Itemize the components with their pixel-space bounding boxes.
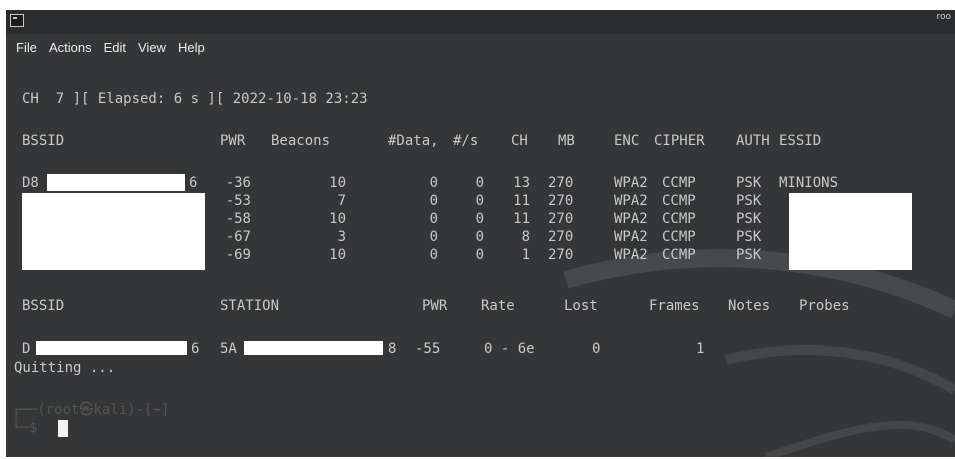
station-header-bssid: BSSID bbox=[22, 298, 65, 314]
ap-row-3-cipher: CCMP bbox=[662, 229, 696, 245]
menu-edit[interactable]: Edit bbox=[104, 40, 126, 55]
ap-row-0-mb: 270 bbox=[548, 175, 574, 191]
terminal-window[interactable]: roo File Actions Edit View Help CH 7 ][ … bbox=[6, 10, 955, 457]
ap-header-pwr: PWR bbox=[220, 133, 246, 149]
menu-view[interactable]: View bbox=[138, 40, 166, 55]
ap-row-2-data: 0 bbox=[429, 211, 438, 227]
menu-help[interactable]: Help bbox=[178, 40, 205, 55]
menu-actions[interactable]: Actions bbox=[49, 40, 92, 55]
ap-row-1-ch: 11 bbox=[513, 193, 530, 209]
ap-row-0-cipher: CCMP bbox=[662, 175, 696, 191]
ap-row-2-enc: WPA2 bbox=[614, 211, 648, 227]
ap-row-1-beacons: 7 bbox=[337, 193, 346, 209]
ap-row-0-data: 0 bbox=[429, 175, 438, 191]
ap-row-1-auth: PSK bbox=[736, 193, 762, 209]
quitting-message: Quitting ... bbox=[14, 360, 116, 376]
ap-row-4-data: 0 bbox=[429, 247, 438, 263]
text-cursor bbox=[58, 420, 68, 437]
redacted-essid-block bbox=[789, 193, 912, 270]
ap-row-3-pwr: -67 bbox=[225, 229, 251, 245]
ap-row-4-auth: PSK bbox=[736, 247, 762, 263]
ap-row-2-auth: PSK bbox=[736, 211, 762, 227]
redacted-bssid-row-0 bbox=[47, 174, 185, 191]
ap-row-1-per-s: 0 bbox=[475, 193, 484, 209]
station-header-station: STATION bbox=[220, 298, 280, 314]
ap-header-beacons: Beacons bbox=[271, 133, 331, 149]
ap-row-2-cipher: CCMP bbox=[662, 211, 696, 227]
ap-row-0-bssid-start: D8 bbox=[22, 175, 39, 191]
ap-header-mb: MB bbox=[558, 133, 575, 149]
ap-row-2-per-s: 0 bbox=[475, 211, 484, 227]
ap-row-1-mb: 270 bbox=[548, 193, 574, 209]
station-row-0-bssid-end: 6 bbox=[191, 341, 200, 357]
ap-row-0-bssid-end: 6 bbox=[189, 175, 198, 191]
ap-row-2-beacons: 10 bbox=[329, 211, 346, 227]
redacted-station-bssid bbox=[36, 341, 187, 355]
ap-row-1-data: 0 bbox=[429, 193, 438, 209]
station-header-frames: Frames bbox=[649, 298, 700, 314]
redacted-bssid-block bbox=[22, 193, 205, 270]
ap-row-4-enc: WPA2 bbox=[614, 247, 648, 263]
ap-row-0-enc: WPA2 bbox=[614, 175, 648, 191]
ap-row-4-pwr: -69 bbox=[225, 247, 251, 263]
ap-row-2-mb: 270 bbox=[548, 211, 574, 227]
station-header-pwr: PWR bbox=[422, 298, 448, 314]
ap-row-3-beacons: 3 bbox=[337, 229, 346, 245]
station-header-notes: Notes bbox=[728, 298, 771, 314]
station-header-lost: Lost bbox=[564, 298, 598, 314]
ap-row-1-pwr: -53 bbox=[225, 193, 251, 209]
ap-row-3-data: 0 bbox=[429, 229, 438, 245]
menu-bar: File Actions Edit View Help bbox=[6, 34, 955, 60]
ap-header-per-s: #/s bbox=[453, 133, 479, 149]
ap-row-4-cipher: CCMP bbox=[662, 247, 696, 263]
station-row-0-pwr: -55 bbox=[415, 341, 441, 357]
ap-row-3-enc: WPA2 bbox=[614, 229, 648, 245]
ap-row-3-ch: 8 bbox=[521, 229, 530, 245]
ap-row-4-beacons: 10 bbox=[329, 247, 346, 263]
ap-row-0-ch: 13 bbox=[513, 175, 530, 191]
ap-header-data: #Data, bbox=[388, 133, 439, 149]
station-row-0-lost: 0 bbox=[592, 341, 601, 357]
status-line: CH 7 ][ Elapsed: 6 s ][ 2022-10-18 23:23 bbox=[22, 91, 368, 107]
ap-row-4-ch: 1 bbox=[521, 247, 530, 263]
ap-header-bssid: BSSID bbox=[22, 133, 65, 149]
station-header-rate: Rate bbox=[481, 298, 515, 314]
terminal-icon bbox=[10, 14, 24, 27]
ap-row-0-beacons: 10 bbox=[329, 175, 346, 191]
title-bar[interactable]: roo bbox=[6, 10, 955, 34]
station-row-0-station-start: 5A bbox=[220, 341, 237, 357]
ap-row-0-auth: PSK bbox=[736, 175, 762, 191]
ap-header-cipher: CIPHER bbox=[654, 133, 705, 149]
ap-row-4-per-s: 0 bbox=[475, 247, 484, 263]
ap-header-enc: ENC bbox=[614, 133, 640, 149]
station-header-probes: Probes bbox=[799, 298, 850, 314]
station-row-0-station-end: 8 bbox=[388, 341, 397, 357]
ap-row-2-pwr: -58 bbox=[225, 211, 251, 227]
prompt-line-1: ┌──(root㉿kali)-[~] bbox=[12, 402, 170, 418]
window-title: roo bbox=[936, 12, 951, 22]
ap-row-0-pwr: -36 bbox=[225, 175, 251, 191]
redacted-station-mac bbox=[244, 341, 383, 355]
station-row-0-rate: 0 - 6e bbox=[484, 341, 535, 357]
ap-header-auth: AUTH bbox=[736, 133, 770, 149]
station-row-0-bssid-start: D bbox=[22, 341, 31, 357]
ap-row-1-enc: WPA2 bbox=[614, 193, 648, 209]
ap-row-1-cipher: CCMP bbox=[662, 193, 696, 209]
ap-row-3-per-s: 0 bbox=[475, 229, 484, 245]
ap-row-0-essid: MINIONS bbox=[779, 175, 839, 191]
ap-header-essid: ESSID bbox=[779, 133, 822, 149]
ap-header-ch: CH bbox=[511, 133, 528, 149]
ap-row-3-mb: 270 bbox=[548, 229, 574, 245]
station-row-0-frames: 1 bbox=[696, 341, 705, 357]
ap-row-4-mb: 270 bbox=[548, 247, 574, 263]
prompt-line-2: └─$ bbox=[12, 420, 38, 436]
menu-file[interactable]: File bbox=[16, 40, 37, 55]
ap-row-0-per-s: 0 bbox=[475, 175, 484, 191]
ap-row-3-auth: PSK bbox=[736, 229, 762, 245]
ap-row-2-ch: 11 bbox=[513, 211, 530, 227]
